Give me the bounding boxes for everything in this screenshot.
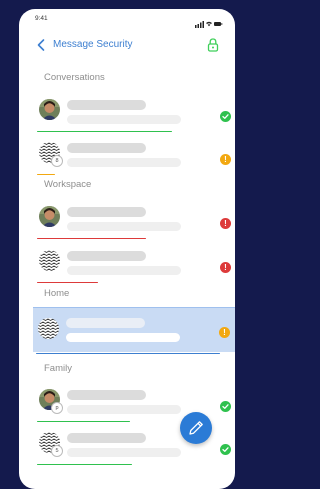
check-icon xyxy=(220,111,231,122)
title-placeholder xyxy=(67,100,146,110)
subtitle-placeholder xyxy=(67,448,181,457)
section-header: Family xyxy=(44,363,72,374)
progress-bar xyxy=(37,463,132,465)
title-placeholder xyxy=(67,143,146,153)
phone-screen: 9:41 Message Security Conversations 8 ! … xyxy=(19,9,235,489)
avatar xyxy=(39,99,60,120)
avatar xyxy=(38,318,59,339)
progress-bar xyxy=(37,237,146,239)
chevron-left-icon[interactable] xyxy=(36,38,46,52)
alert-icon: ! xyxy=(220,262,231,273)
alert-icon: ! xyxy=(220,154,231,165)
avatar-badge: p xyxy=(51,402,63,414)
check-icon xyxy=(220,444,231,455)
subtitle-placeholder xyxy=(67,158,181,167)
list-item[interactable]: 8! xyxy=(34,135,235,183)
avatar-badge: 5 xyxy=(51,445,63,457)
avatar-badge: 8 xyxy=(51,155,63,167)
signal-wifi-battery-icon xyxy=(195,21,223,28)
list-item[interactable] xyxy=(34,92,235,140)
subtitle-placeholder xyxy=(67,115,181,124)
list-item[interactable]: ! xyxy=(34,199,235,247)
avatar xyxy=(39,250,60,271)
title-placeholder xyxy=(67,390,146,400)
list-item[interactable]: ! xyxy=(33,307,235,354)
title-placeholder xyxy=(66,318,145,328)
status-bar: 9:41 xyxy=(19,9,235,33)
title-placeholder xyxy=(67,433,146,443)
alert-icon: ! xyxy=(219,327,230,338)
pen-icon xyxy=(189,421,203,435)
status-icons xyxy=(195,15,223,28)
list-item[interactable]: ! xyxy=(34,243,235,291)
nav-bar: Message Security xyxy=(19,35,235,57)
alert-icon: ! xyxy=(220,218,231,229)
lock-icon[interactable] xyxy=(207,38,219,52)
subtitle-placeholder xyxy=(67,266,181,275)
progress-bar xyxy=(37,173,55,175)
subtitle-placeholder xyxy=(67,405,181,414)
avatar xyxy=(39,206,60,227)
compose-button[interactable] xyxy=(180,412,212,444)
subtitle-placeholder xyxy=(67,222,181,231)
progress-bar xyxy=(37,130,172,132)
title-placeholder xyxy=(67,207,146,217)
section-header: Home xyxy=(44,288,70,299)
section-header: Conversations xyxy=(44,72,105,83)
progress-bar xyxy=(36,352,220,354)
check-icon xyxy=(220,401,231,412)
progress-bar xyxy=(37,420,130,422)
nav-title[interactable]: Message Security xyxy=(53,39,132,50)
status-time: 9:41 xyxy=(35,15,48,22)
subtitle-placeholder xyxy=(66,333,180,342)
title-placeholder xyxy=(67,251,146,261)
section-header: Workspace xyxy=(44,179,92,190)
progress-bar xyxy=(37,281,98,283)
